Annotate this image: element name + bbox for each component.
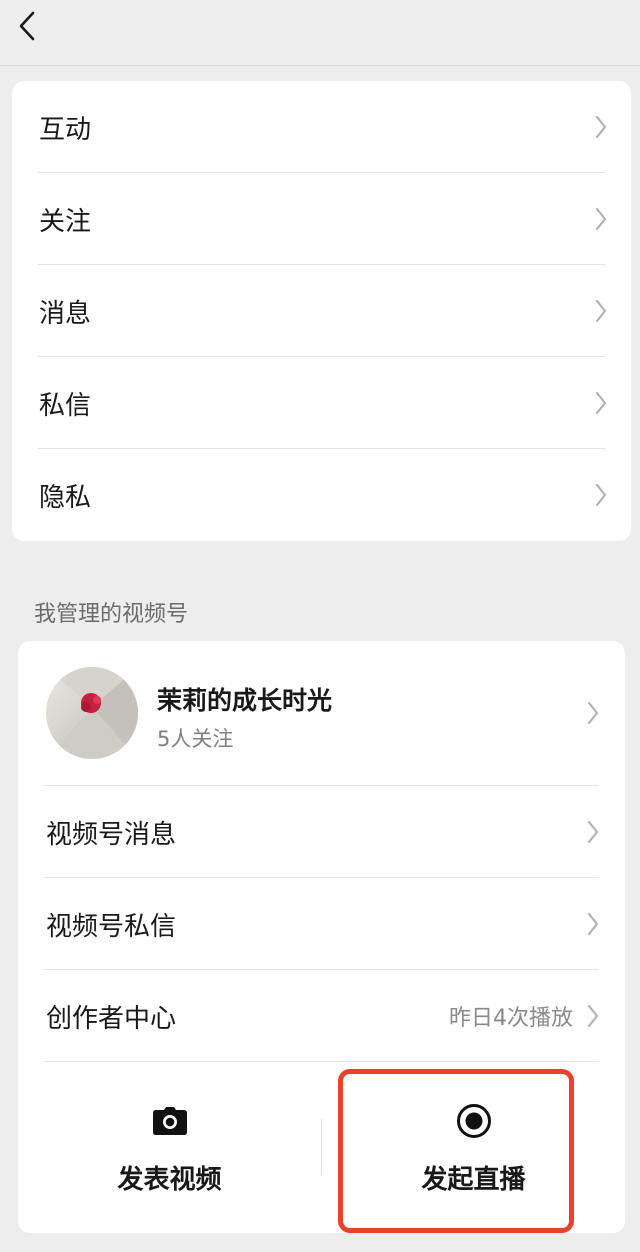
menu-item-follow[interactable]: 关注 [12,173,631,265]
channel-profile-row[interactable]: 茉莉的成长时光 5人关注 [18,641,625,785]
chevron-right-icon [595,483,607,507]
publish-video-button[interactable]: 发表视频 [18,1071,321,1233]
menu-item-label: 关注 [39,206,92,237]
row-label: 视频号私信 [46,911,177,942]
channels-card: 茉莉的成长时光 5人关注 视频号消息 视频号私信 创作者中心 昨日4次播放 发表… [18,641,625,1233]
top-bar [0,0,640,66]
channel-direct-messages-row[interactable]: 视频号私信 [18,878,625,970]
chevron-right-icon [587,701,599,725]
chevron-right-icon [587,1004,599,1028]
row-label: 创作者中心 [46,1003,177,1034]
chevron-right-icon [587,820,599,844]
avatar [46,667,138,759]
publish-video-label: 发表视频 [117,1165,222,1195]
start-live-label: 发起直播 [421,1165,526,1195]
camera-icon [152,1107,187,1135]
menu-item-interaction[interactable]: 互动 [12,81,631,173]
chevron-left-icon [19,11,35,41]
menu-item-label: 互动 [39,114,92,145]
menu-item-label: 私信 [39,390,92,421]
section-title: 我管理的视频号 [34,602,189,627]
menu-item-label: 消息 [39,298,92,329]
chevron-right-icon [595,207,607,231]
creator-center-row[interactable]: 创作者中心 昨日4次播放 [18,970,625,1062]
chevron-right-icon [595,299,607,323]
menu-item-direct-messages[interactable]: 私信 [12,357,631,449]
play-count: 昨日4次播放 [449,1006,573,1031]
start-live-button[interactable]: 发起直播 [322,1071,625,1233]
live-record-icon [456,1104,491,1138]
divider [44,1061,599,1062]
menu-item-messages[interactable]: 消息 [12,265,631,357]
channel-name: 茉莉的成长时光 [157,686,333,715]
back-button[interactable] [10,6,44,46]
chevron-right-icon [587,912,599,936]
follower-count: 5人关注 [157,727,234,751]
chevron-right-icon [595,115,607,139]
menu-item-privacy[interactable]: 隐私 [12,449,631,541]
menu-item-label: 隐私 [39,482,92,513]
row-label: 视频号消息 [46,819,177,850]
channel-messages-row[interactable]: 视频号消息 [18,786,625,878]
settings-card: 互动 关注 消息 私信 隐私 [12,81,631,541]
chevron-right-icon [595,391,607,415]
